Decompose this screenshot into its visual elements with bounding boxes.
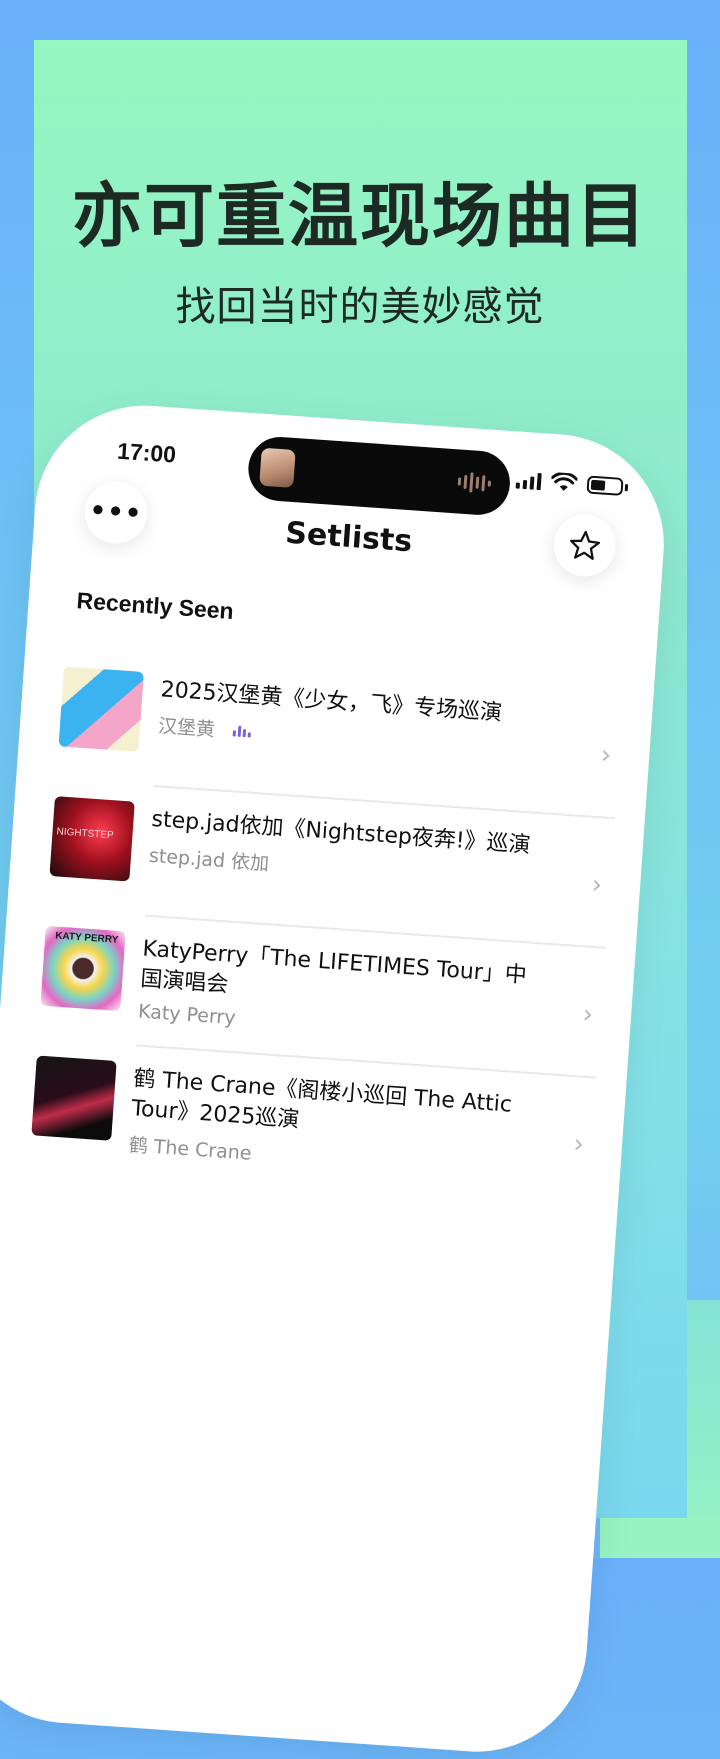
artwork-text: KATY PERRY <box>54 930 119 946</box>
section-title-recently-seen: Recently Seen <box>75 587 235 625</box>
chevron-right-icon: › <box>599 740 613 771</box>
list-item-artist: 鹤 The Crane <box>128 1134 253 1165</box>
status-icons <box>515 470 629 498</box>
setlist-artwork: KATY PERRY <box>40 925 126 1012</box>
list-item-text: 鹤 The Crane《阁楼小巡回 The Attic Tour》2025巡演 … <box>128 1064 534 1185</box>
setlist-list: 2025汉堡黄《少女，飞》专场巡演 汉堡黄 › NIGHTSTEP step.j… <box>29 650 624 1208</box>
list-item-artist: step.jad 依加 <box>148 844 270 876</box>
now-playing-artwork <box>259 447 296 488</box>
list-item-artist: Katy Perry <box>137 1000 237 1030</box>
cellular-signal-icon <box>515 471 542 491</box>
setlist-artwork <box>58 666 144 752</box>
setlist-artwork <box>31 1055 117 1141</box>
list-item-text: KatyPerry「The LIFETIMES Tour」中国演唱会 Katy … <box>137 935 542 1051</box>
decor-strip-bottom <box>600 1518 720 1558</box>
chevron-right-icon: › <box>581 999 595 1031</box>
wifi-icon <box>550 471 578 491</box>
battery-cap <box>624 483 629 491</box>
artwork-text: NIGHTSTEP <box>56 826 115 842</box>
chevron-right-icon: › <box>572 1129 586 1160</box>
phone-mockup: 17:00 ••• Setlists Recently Seen 2025汉堡黄… <box>0 398 672 1759</box>
status-time: 17:00 <box>116 437 177 468</box>
list-item-artist: 汉堡黄 <box>157 715 216 742</box>
now-playing-equalizer-icon <box>232 724 252 738</box>
star-icon <box>570 530 601 560</box>
promo-subheadline: 找回当时的美妙感觉 <box>175 284 545 330</box>
dynamic-island[interactable] <box>246 434 513 517</box>
list-item-text: step.jad依加《Nightstep夜奔!》巡演 step.jad 依加 <box>148 805 551 896</box>
battery-icon <box>586 475 624 496</box>
setlist-artwork: NIGHTSTEP <box>49 796 135 882</box>
list-item-text: 2025汉堡黄《少女，飞》专场巡演 汉堡黄 <box>157 675 560 766</box>
chevron-right-icon: › <box>590 869 604 901</box>
promo-headline: 亦可重温现场曲目 <box>72 175 648 257</box>
audio-waveform-icon <box>457 471 492 493</box>
